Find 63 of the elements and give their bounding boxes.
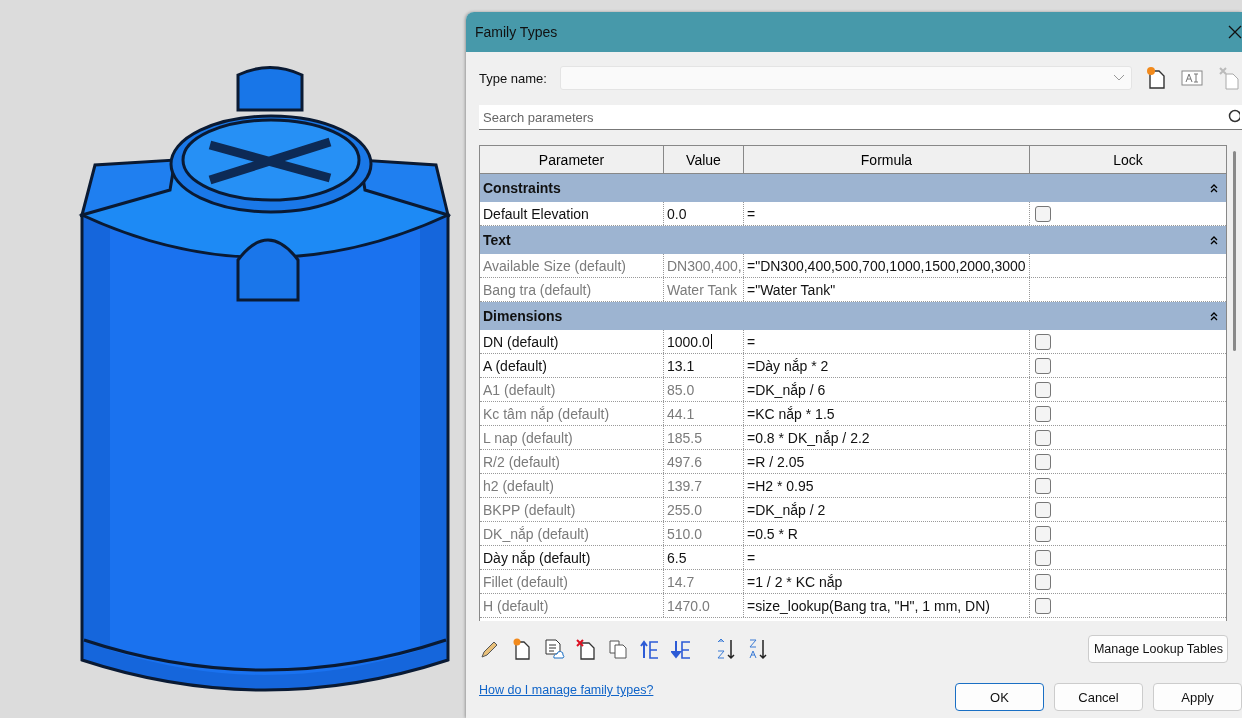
formula-cell[interactable]: = — [744, 202, 1030, 225]
column-header[interactable]: Lock — [1030, 146, 1226, 173]
value-cell[interactable]: 1000.0 — [664, 330, 744, 353]
parameter-cell: h2 (default) — [480, 474, 664, 497]
formula-cell[interactable]: = — [744, 330, 1030, 353]
help-link[interactable]: How do I manage family types? — [479, 683, 654, 697]
parameter-cell: Kc tâm nắp (default) — [480, 402, 664, 425]
parameter-cell: Dày nắp (default) — [480, 546, 664, 569]
value-cell[interactable]: 85.0 — [664, 378, 744, 401]
formula-cell[interactable]: =KC nắp * 1.5 — [744, 402, 1030, 425]
formula-cell[interactable]: =R / 2.05 — [744, 450, 1030, 473]
parameter-cell: BKPP (default) — [480, 498, 664, 521]
group-header[interactable]: Constraints — [480, 174, 1226, 202]
formula-cell[interactable]: =0.5 * R — [744, 522, 1030, 545]
value-cell[interactable]: 139.7 — [664, 474, 744, 497]
formula-cell[interactable]: ="Water Tank" — [744, 278, 1030, 301]
parameter-cell: Fillet (default) — [480, 570, 664, 593]
manage-lookup-tables-button[interactable]: Manage Lookup Tables — [1087, 635, 1228, 663]
group-name: Constraints — [483, 180, 561, 196]
group-header[interactable]: Text — [480, 226, 1226, 254]
parameter-cell: Default Elevation — [480, 202, 664, 225]
parameter-cell: Available Size (default) — [480, 254, 664, 277]
value-cell[interactable]: 497.6 — [664, 450, 744, 473]
value-cell[interactable]: 185.5 — [664, 426, 744, 449]
value-cell[interactable]: DN300,400, — [664, 254, 744, 277]
parameter-cell: R/2 (default) — [480, 450, 664, 473]
formula-cell[interactable]: =DK_nắp / 2 — [744, 498, 1030, 521]
value-cell[interactable]: 0.0 — [664, 202, 744, 225]
value-cell[interactable]: 6.5 — [664, 546, 744, 569]
value-cell[interactable]: 44.1 — [664, 402, 744, 425]
parameter-cell: Bang tra (default) — [480, 278, 664, 301]
formula-cell[interactable]: =Dày nắp * 2 — [744, 354, 1030, 377]
parameter-cell: L nap (default) — [480, 426, 664, 449]
parameter-cell: DK_nắp (default) — [480, 522, 664, 545]
formula-cell[interactable]: =DK_nắp / 6 — [744, 378, 1030, 401]
group-header[interactable]: Dimensions — [480, 302, 1226, 330]
value-cell[interactable]: 13.1 — [664, 354, 744, 377]
column-header[interactable]: Value — [664, 146, 744, 173]
search-field[interactable]: Search parameters — [479, 105, 1228, 130]
value-cell[interactable]: Water Tank — [664, 278, 744, 301]
value-cell[interactable]: 255.0 — [664, 498, 744, 521]
parameter-cell: A (default) — [480, 354, 664, 377]
formula-cell[interactable]: =0.8 * DK_nắp / 2.2 — [744, 426, 1030, 449]
parameter-cell: DN (default) — [480, 330, 664, 353]
formula-cell[interactable]: =1 / 2 * KC nắp — [744, 570, 1030, 593]
window-title: Family Types — [475, 24, 558, 40]
dialog-button[interactable]: Apply — [1153, 683, 1242, 711]
formula-cell[interactable]: =H2 * 0.95 — [744, 474, 1030, 497]
column-header[interactable]: Formula — [744, 146, 1030, 173]
group-name: Text — [483, 232, 511, 248]
formula-cell[interactable]: = — [744, 546, 1030, 569]
value-cell[interactable]: 1470.0 — [664, 594, 744, 617]
formula-cell[interactable]: ="DN300,400,500,700,1000,1500,2000,3000 — [744, 254, 1030, 277]
group-name: Dimensions — [483, 308, 563, 324]
dialog-button[interactable]: Cancel — [1054, 683, 1143, 711]
column-header[interactable]: Parameter — [480, 146, 664, 173]
parameter-cell: A1 (default) — [480, 378, 664, 401]
formula-cell[interactable]: =size_lookup(Bang tra, "H", 1 mm, DN) — [744, 594, 1030, 617]
parameter-cell: H (default) — [480, 594, 664, 617]
value-cell[interactable]: 14.7 — [664, 570, 744, 593]
value-cell[interactable]: 510.0 — [664, 522, 744, 545]
dialog-button[interactable]: OK — [955, 683, 1044, 711]
type-name-label: Type name: — [479, 70, 548, 86]
